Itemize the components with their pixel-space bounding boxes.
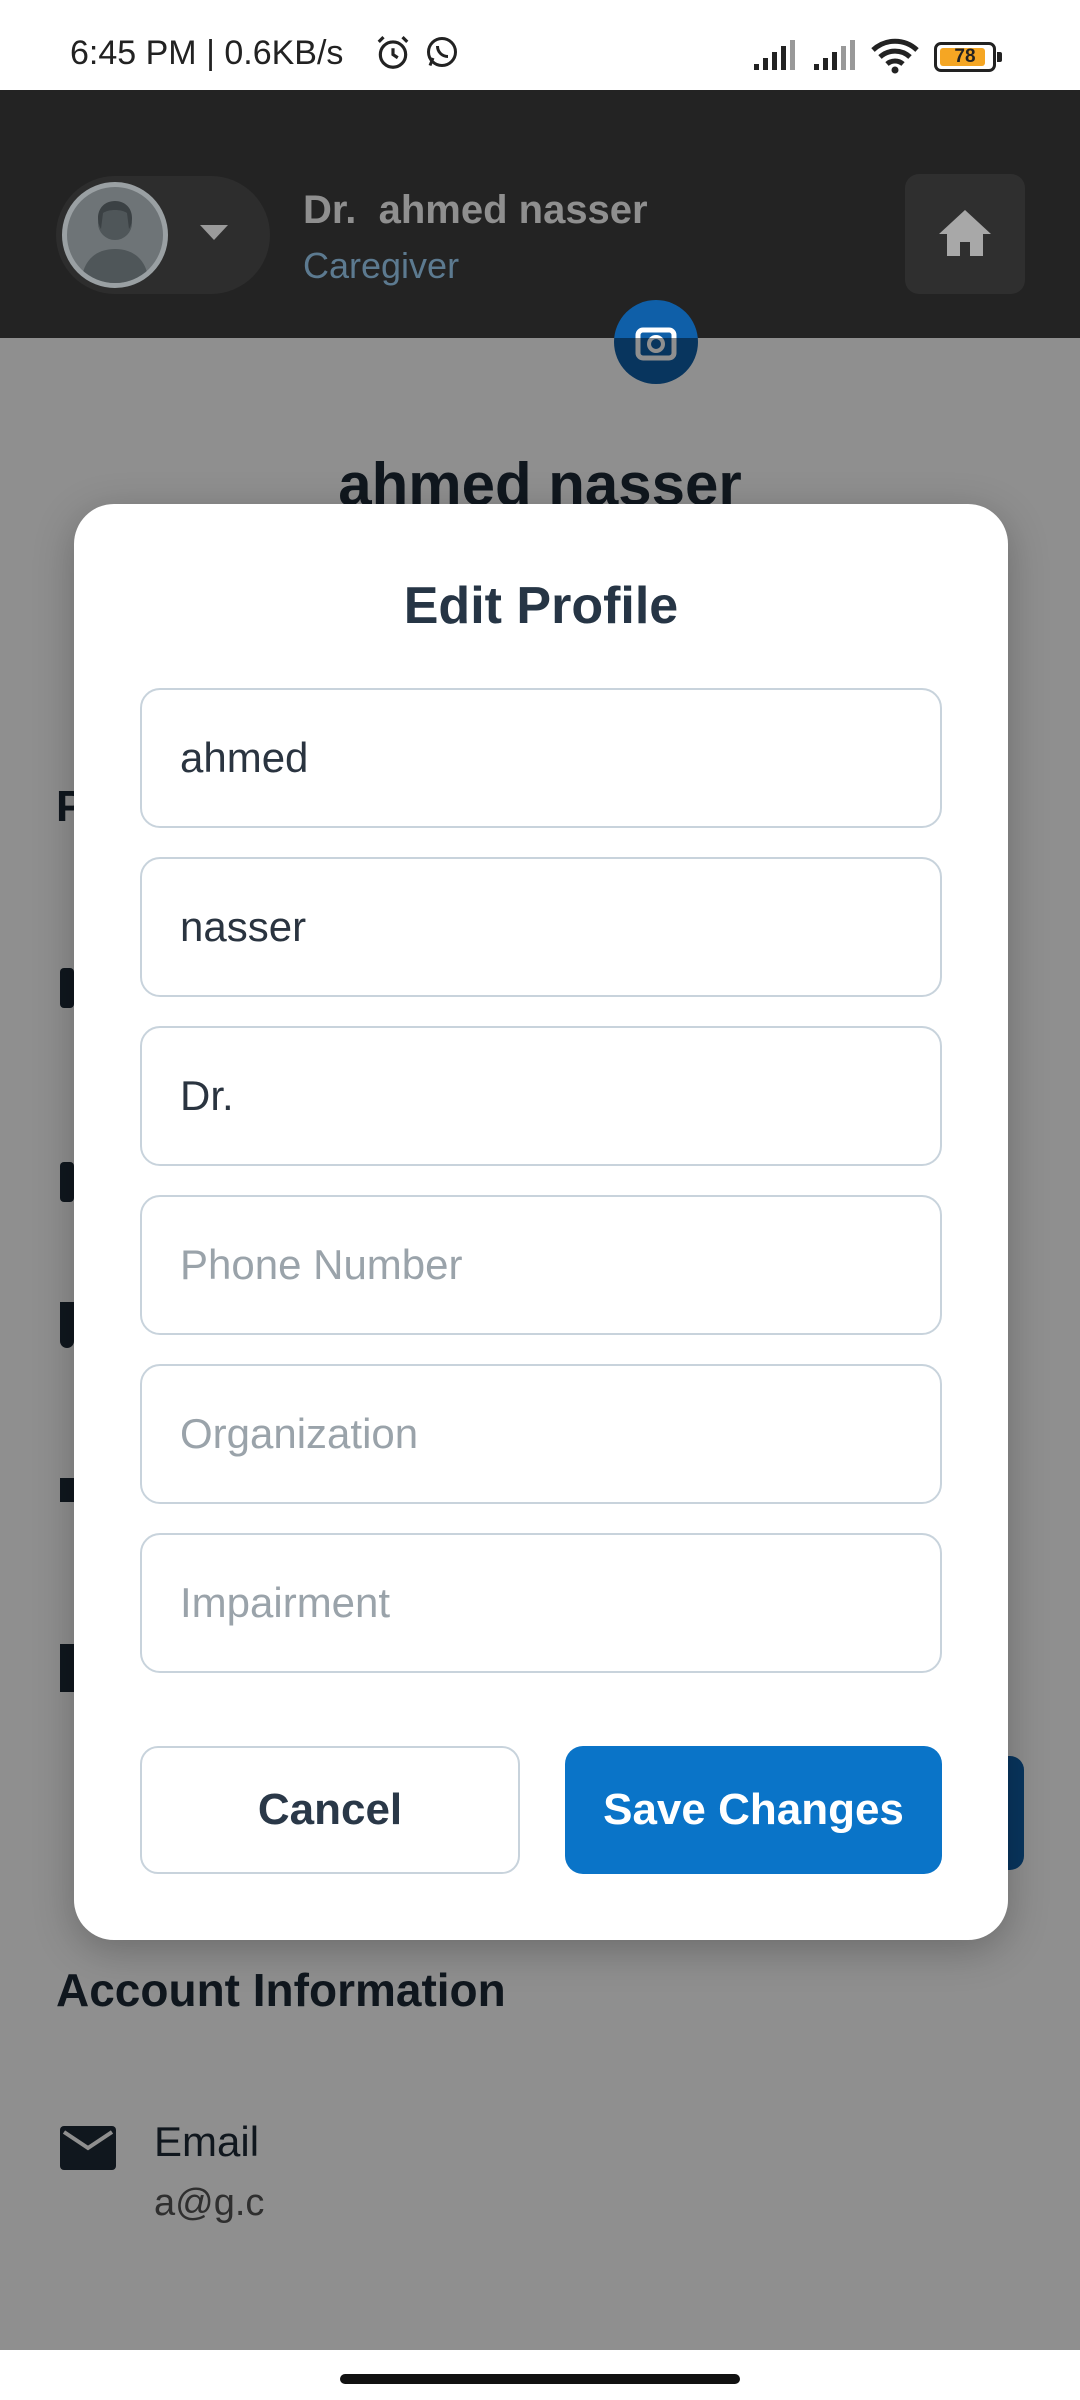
organization-input[interactable]	[140, 1364, 942, 1504]
status-bar: 6:45 PM | 0.6KB/s 78	[0, 0, 1080, 90]
edit-profile-dialog: Edit Profile Cancel Save Changes	[74, 504, 1008, 1940]
wifi-icon	[870, 38, 920, 79]
home-button[interactable]	[905, 174, 1025, 294]
avatar	[62, 182, 168, 288]
title-input[interactable]	[140, 1026, 942, 1166]
status-time-speed: 6:45 PM | 0.6KB/s	[70, 34, 344, 72]
user-menu-button[interactable]	[56, 176, 270, 294]
battery-level: 78	[954, 46, 976, 67]
cancel-button[interactable]: Cancel	[140, 1746, 520, 1874]
user-role: Caregiver	[303, 245, 460, 286]
impairment-input[interactable]	[140, 1533, 942, 1673]
phone-number-input[interactable]	[140, 1195, 942, 1335]
app-bar: Dr. ahmed nasser Caregiver	[0, 90, 1080, 338]
home-icon	[937, 208, 993, 263]
alarm-icon	[374, 34, 412, 77]
dialog-title: Edit Profile	[403, 577, 679, 635]
last-name-input[interactable]	[140, 857, 942, 997]
battery-icon: 78	[934, 42, 1002, 72]
whatsapp-icon	[424, 34, 460, 75]
chevron-down-icon	[198, 222, 230, 249]
first-name-input[interactable]	[140, 688, 942, 828]
save-changes-button[interactable]: Save Changes	[565, 1746, 942, 1874]
user-full-name: Dr. ahmed nasser	[303, 188, 648, 233]
user-prefix: Dr.	[303, 188, 357, 232]
signal-icon	[812, 40, 858, 77]
navigation-bar	[0, 2350, 1080, 2400]
signal-icon	[752, 40, 798, 77]
user-name: ahmed nasser	[378, 188, 648, 232]
home-gesture-handle[interactable]	[340, 2374, 740, 2384]
